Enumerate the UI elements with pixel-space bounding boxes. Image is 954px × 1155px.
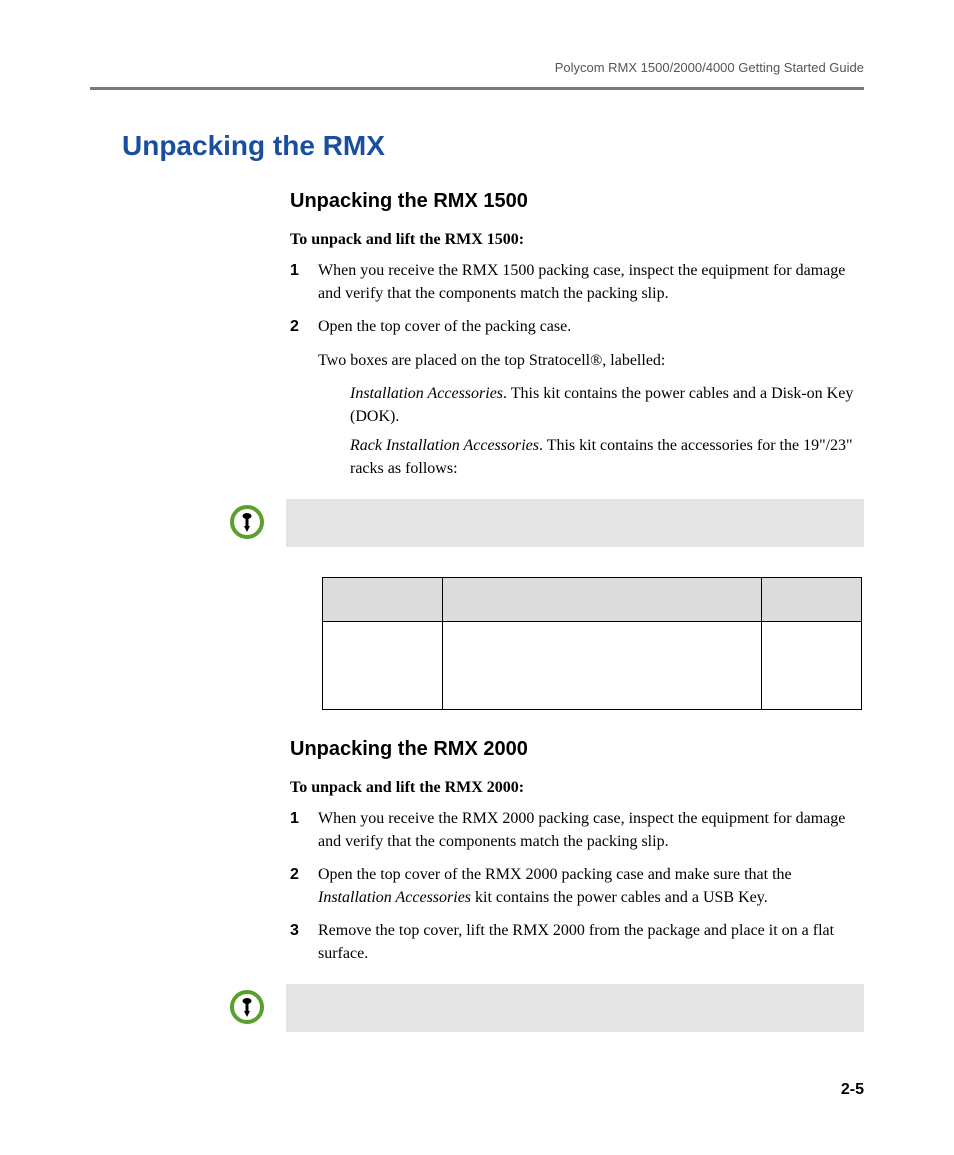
note-box <box>286 499 864 547</box>
italic-term: Rack Installation Accessories <box>350 437 539 454</box>
note-box <box>286 984 864 1032</box>
list-item: 2 Open the top cover of the packing case… <box>290 315 864 338</box>
lead-rmx1500: To unpack and lift the RMX 1500: <box>290 231 864 249</box>
text-span: kit contains the power cables and a USB … <box>471 889 768 906</box>
table-cell <box>323 621 443 709</box>
italic-term: Installation Accessories <box>350 385 503 402</box>
steps-rmx2000: 1 When you receive the RMX 2000 packing … <box>290 807 864 966</box>
lead-rmx2000: To unpack and lift the RMX 2000: <box>290 779 864 797</box>
table-header-row <box>323 577 862 621</box>
step-number: 3 <box>290 919 318 965</box>
heading-2-rmx1500: Unpacking the RMX 1500 <box>290 190 864 213</box>
page-number: 2-5 <box>841 1081 864 1099</box>
step-text: When you receive the RMX 2000 packing ca… <box>318 807 864 853</box>
table-cell <box>762 621 862 709</box>
paragraph: Two boxes are placed on the top Stratoce… <box>318 349 864 372</box>
accessories-table <box>322 577 862 710</box>
heading-2-rmx2000: Unpacking the RMX 2000 <box>290 738 864 761</box>
table-cell <box>442 621 761 709</box>
italic-term: Installation Accessories <box>318 889 471 906</box>
header-divider <box>90 87 864 90</box>
step-text: Open the top cover of the packing case. <box>318 315 864 338</box>
step-number: 2 <box>290 315 318 338</box>
list-item: 1 When you receive the RMX 2000 packing … <box>290 807 864 853</box>
step-text: Remove the top cover, lift the RMX 2000 … <box>318 919 864 965</box>
step-number: 1 <box>290 807 318 853</box>
note-callout <box>230 499 864 547</box>
step-number: 1 <box>290 259 318 305</box>
table-header-cell <box>323 577 443 621</box>
step-text: Open the top cover of the RMX 2000 packi… <box>318 863 864 909</box>
running-header: Polycom RMX 1500/2000/4000 Getting Start… <box>90 60 864 75</box>
table-header-cell <box>442 577 761 621</box>
list-item: 1 When you receive the RMX 1500 packing … <box>290 259 864 305</box>
indent-paragraph: Installation Accessories. This kit conta… <box>350 382 864 428</box>
step-text: When you receive the RMX 1500 packing ca… <box>318 259 864 305</box>
table-header-cell <box>762 577 862 621</box>
heading-1: Unpacking the RMX <box>122 130 864 162</box>
pin-icon <box>230 505 264 539</box>
list-item: 2 Open the top cover of the RMX 2000 pac… <box>290 863 864 909</box>
note-callout <box>230 984 864 1032</box>
list-item: 3 Remove the top cover, lift the RMX 200… <box>290 919 864 965</box>
step-number: 2 <box>290 863 318 909</box>
pin-icon <box>230 990 264 1024</box>
text-span: Open the top cover of the RMX 2000 packi… <box>318 866 792 883</box>
table-row <box>323 621 862 709</box>
indent-paragraph: Rack Installation Accessories. This kit … <box>350 434 864 480</box>
steps-rmx1500: 1 When you receive the RMX 1500 packing … <box>290 259 864 339</box>
